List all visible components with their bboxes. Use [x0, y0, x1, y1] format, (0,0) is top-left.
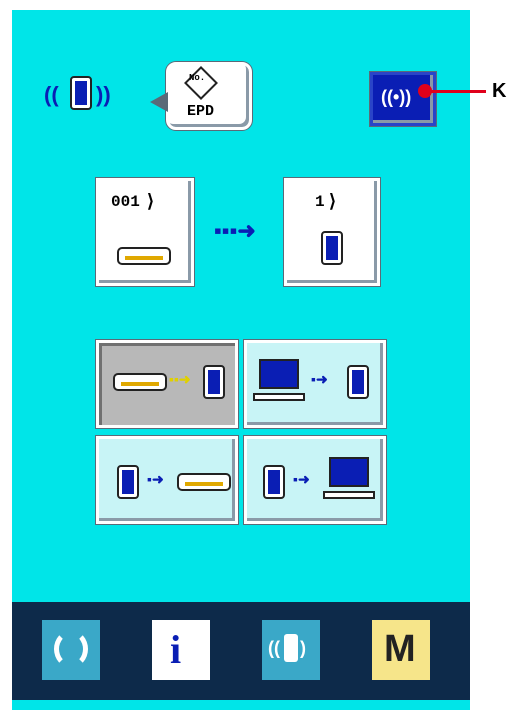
destination-arrow-icon: ⟩	[329, 191, 337, 211]
blue-arrow-icon: ▪➜	[311, 371, 328, 387]
pc-to-phone-button[interactable]: ▪➜	[244, 340, 386, 428]
phone-icon	[263, 465, 285, 499]
epd-icon-top: No.	[189, 73, 206, 83]
phone-icon	[203, 365, 225, 399]
epd-button[interactable]: No. EPD	[166, 62, 252, 130]
information-button[interactable]: i	[152, 620, 210, 680]
balloon-pointer	[150, 92, 168, 112]
mode-button[interactable]: M	[372, 620, 430, 680]
source-arrow-icon: ⟩	[147, 191, 155, 211]
media-drive-icon	[113, 373, 167, 391]
phone-to-media-button[interactable]: ▪➜	[96, 436, 238, 524]
epd-icon	[184, 66, 218, 100]
annotation-label: K	[492, 80, 507, 102]
epd-label: EPD	[187, 103, 215, 120]
blue-arrow-icon: ▪➜	[293, 471, 310, 487]
media-drive-icon	[177, 473, 231, 491]
phone-icon	[321, 231, 343, 265]
destination-pattern-button[interactable]: 1 ⟩	[284, 178, 380, 286]
source-pattern-button[interactable]: 001 ⟩	[96, 178, 194, 286]
communication-button[interactable]: (( )	[262, 620, 320, 680]
wireless-icon: ((•))	[381, 87, 412, 107]
computer-base-icon	[323, 491, 375, 499]
yellow-arrow-icon: ▪▪➜	[169, 371, 191, 387]
phone-icon	[347, 365, 369, 399]
transfer-arrow-icon: ▪▪▪➜	[214, 218, 256, 243]
phone-to-pc-button[interactable]: ▪➜	[244, 436, 386, 524]
communication-icon: ((	[268, 638, 280, 658]
info-icon: i	[170, 627, 182, 672]
communication-wave-icon: )	[300, 638, 306, 658]
computer-icon	[259, 359, 299, 389]
reset-icon	[54, 630, 88, 668]
mode-label: M	[384, 628, 416, 670]
destination-number: 1	[315, 193, 325, 211]
phone-icon	[117, 465, 139, 499]
annotation-line	[426, 90, 486, 93]
reset-button[interactable]	[42, 620, 100, 680]
wireless-communication-button[interactable]: ((•))	[370, 72, 436, 126]
media-drive-icon	[117, 247, 171, 265]
computer-icon	[329, 457, 369, 487]
computer-base-icon	[253, 393, 305, 401]
media-to-phone-button[interactable]: ▪▪➜	[96, 340, 238, 428]
source-number: 001	[111, 193, 140, 211]
communication-phone-icon	[284, 634, 298, 662]
blue-arrow-icon: ▪➜	[147, 471, 164, 487]
communication-status-icon: (( ))	[44, 72, 134, 128]
